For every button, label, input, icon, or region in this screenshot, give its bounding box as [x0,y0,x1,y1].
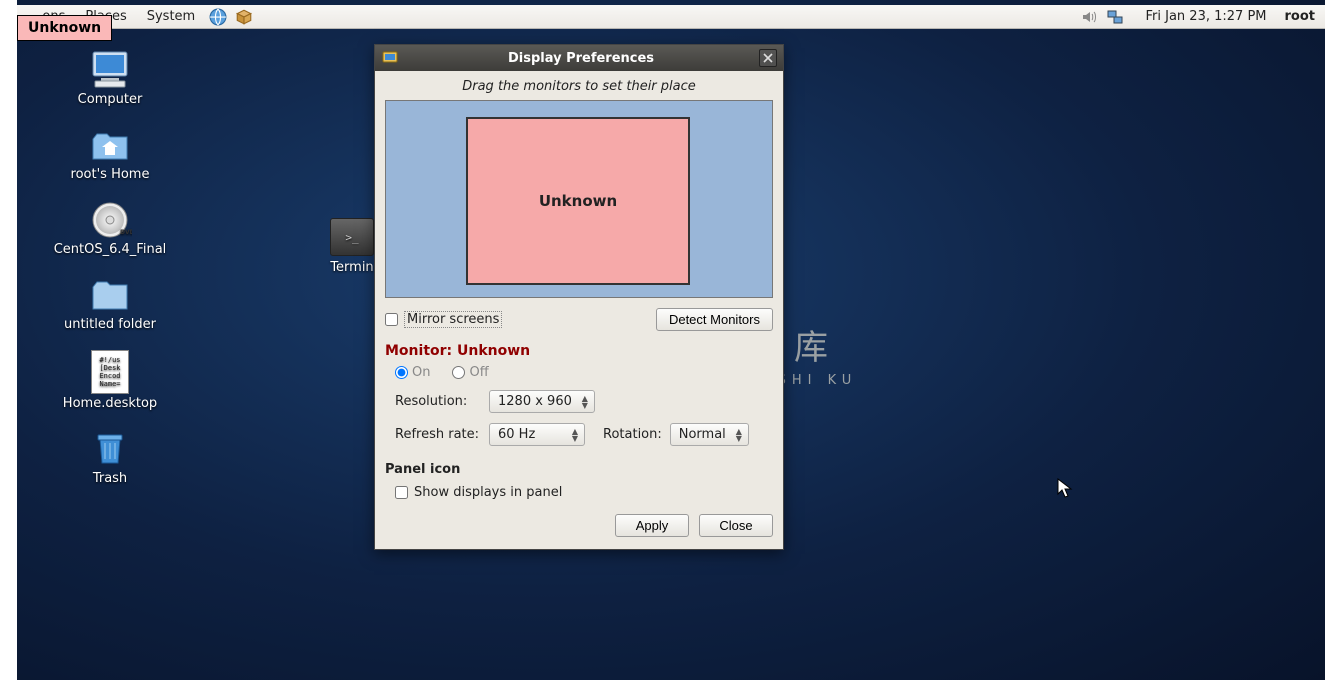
close-dialog-button[interactable]: Close [699,514,773,537]
radio-off-label: Off [469,365,488,380]
desktop-icon-folder[interactable]: untitled folder [50,275,170,332]
mirror-label: Mirror screens [404,311,502,328]
rotation-label: Rotation: [603,427,662,442]
spinner-icon: ▲▼ [578,392,592,411]
desktop-icon-trash[interactable]: Trash [50,429,170,486]
spinner-icon: ▲▼ [568,425,582,444]
browser-launcher-icon[interactable] [208,7,228,27]
folder-icon [87,275,133,315]
computer-icon [87,50,133,90]
mirror-screens-checkbox[interactable]: Mirror screens [385,311,502,328]
desktop-icon-computer[interactable]: Computer [50,50,170,107]
monitor-arrangement-area[interactable]: Unknown [385,100,773,298]
rotation-value: Normal [679,427,726,442]
desktop-icon-label: Termin [330,260,373,275]
desktop-icon-label: Trash [93,471,127,486]
monitor-heading: Monitor: Unknown [385,343,773,359]
menu-system[interactable]: System [137,9,205,24]
radio-on-label: On [412,365,430,380]
package-launcher-icon[interactable] [234,7,254,27]
panel-clock[interactable]: Fri Jan 23, 1:27 PM [1134,9,1279,24]
desktop-icon-label: root's Home [71,167,150,182]
arrangement-hint: Drag the monitors to set their place [385,79,773,94]
unknown-display-badge: Unknown [17,15,112,41]
trash-icon [87,429,133,469]
refresh-label: Refresh rate: [395,427,481,442]
resolution-value: 1280 x 960 [498,394,572,409]
show-in-panel-checkbox[interactable] [395,486,408,499]
mouse-cursor-icon [1057,478,1075,502]
home-folder-icon [87,125,133,165]
desktop-icon-label: Home.desktop [63,396,157,411]
svg-text:DVD: DVD [120,229,132,236]
refresh-select[interactable]: 60 Hz ▲▼ [489,423,585,446]
panel-user[interactable]: root [1279,9,1326,24]
mirror-checkbox-input[interactable] [385,313,398,326]
window-title: Display Preferences [403,51,759,66]
desktop-icon-label: untitled folder [64,317,156,332]
titlebar[interactable]: Display Preferences [375,45,783,71]
volume-icon[interactable] [1080,8,1098,26]
panel-icon-heading: Panel icon [385,462,773,477]
desktop-icon-label: Computer [78,92,143,107]
monitor-tile[interactable]: Unknown [466,117,690,285]
desktop-icon-home[interactable]: root's Home [50,125,170,182]
spinner-icon: ▲▼ [732,425,746,444]
resolution-label: Resolution: [395,394,481,409]
detect-monitors-button[interactable]: Detect Monitors [656,308,773,331]
dvd-icon: DVD [87,200,133,240]
gnome-top-panel: Applications ons Places System Fri Jan 2… [17,5,1325,29]
apply-button[interactable]: Apply [615,514,689,537]
desktop-icon-terminal[interactable]: >_ Termin [330,218,374,275]
monitor-on-radio[interactable]: On [395,365,430,380]
desktop-file-icon: #!/us [Desk Encod Name= [91,350,129,394]
resolution-select[interactable]: 1280 x 960 ▲▼ [489,390,595,413]
display-icon [381,49,399,67]
show-in-panel-label: Show displays in panel [414,485,562,500]
monitor-off-radio[interactable]: Off [452,365,488,380]
network-icon[interactable] [1106,8,1124,26]
refresh-value: 60 Hz [498,427,535,442]
desktop-icons: Computer root's Home DVD CentOS_6.4_Fina… [50,50,170,486]
close-button[interactable] [759,49,777,67]
display-preferences-window: Display Preferences Drag the monitors to… [374,44,784,550]
desktop-icon-label: CentOS_6.4_Final [54,242,167,257]
rotation-select[interactable]: Normal ▲▼ [670,423,749,446]
terminal-icon: >_ [330,218,374,256]
desktop-icon-file[interactable]: #!/us [Desk Encod Name= Home.desktop [50,350,170,411]
desktop-icon-dvd[interactable]: DVD CentOS_6.4_Final [50,200,170,257]
